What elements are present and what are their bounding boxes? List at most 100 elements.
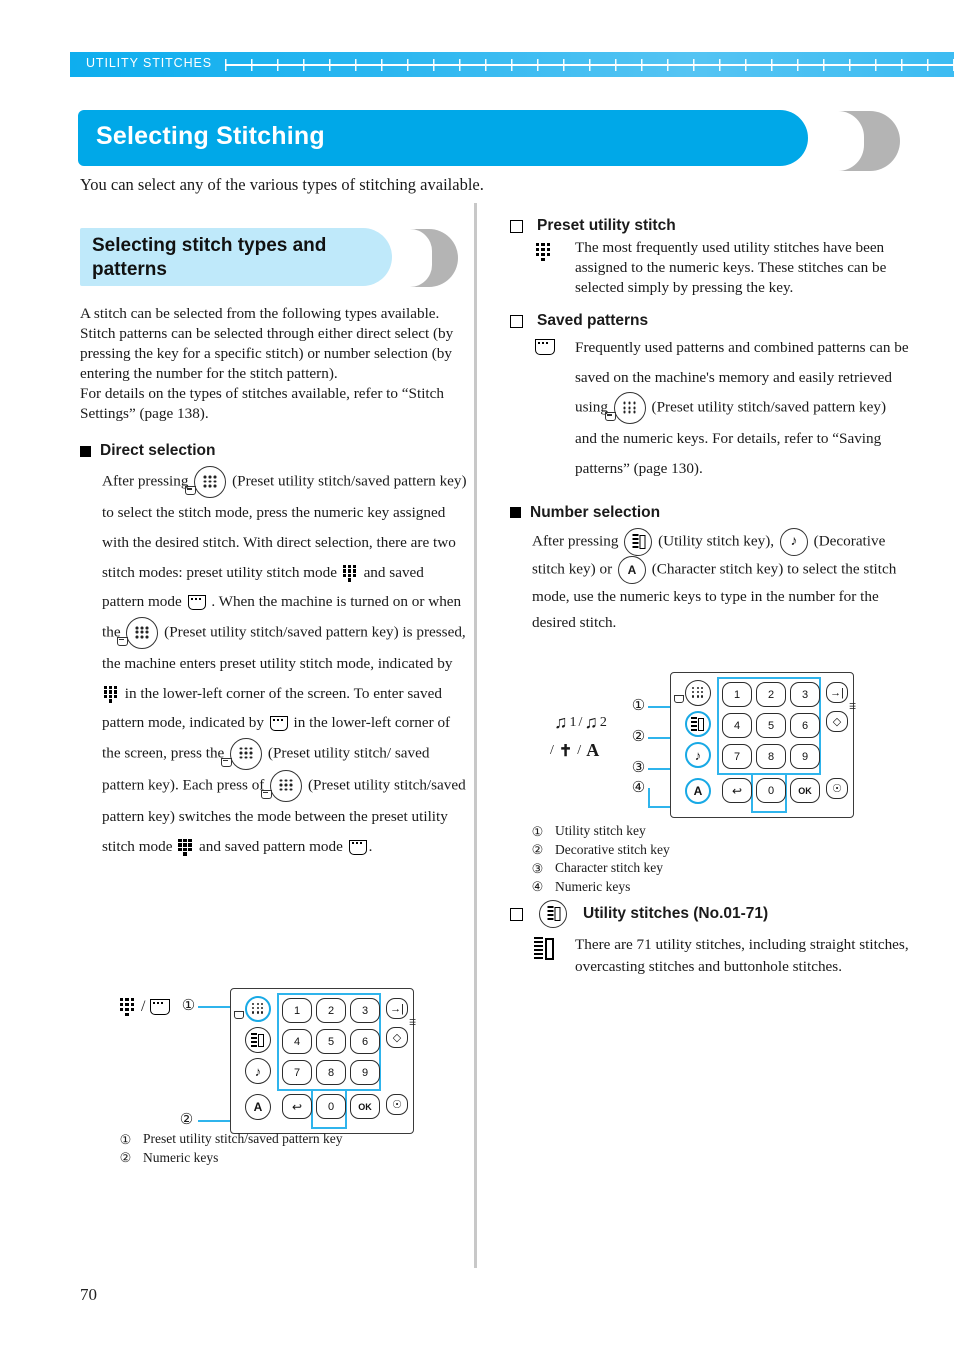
back-key-right[interactable]: ↩ bbox=[722, 778, 752, 803]
glyph-sep-3: / bbox=[577, 742, 582, 758]
legend-mark: ② bbox=[531, 842, 544, 858]
character-stitch-icon-inline: A bbox=[627, 562, 637, 577]
numeric-key-0[interactable]: 0 bbox=[316, 1094, 346, 1119]
numeric-key-1[interactable]: 1 bbox=[282, 998, 312, 1023]
utility-stitch-icon-heading bbox=[547, 906, 563, 922]
utility-stitch-key-left[interactable] bbox=[245, 1027, 271, 1053]
legend-row: ③ Character stitch key bbox=[530, 859, 850, 878]
character-stitch-key-left[interactable]: A bbox=[245, 1094, 271, 1120]
keypad-dots-icon bbox=[203, 474, 218, 491]
numeric-key-4-right[interactable]: 4 bbox=[722, 713, 752, 738]
preset-utility-saved-pattern-key-left[interactable] bbox=[245, 996, 271, 1022]
reverse-stitch-key-left[interactable]: ◇ bbox=[386, 1027, 408, 1048]
legend-row: ② Numeric keys bbox=[118, 1149, 438, 1168]
legend-text: Preset utility stitch/saved pattern key bbox=[143, 1131, 343, 1146]
numeric-key-3-right[interactable]: 3 bbox=[790, 682, 820, 707]
numeric-key-6-right[interactable]: 6 bbox=[790, 713, 820, 738]
numeric-key-5[interactable]: 5 bbox=[316, 1029, 346, 1054]
numeric-key-8-right[interactable]: 8 bbox=[756, 744, 786, 769]
numeric-key-2-right[interactable]: 2 bbox=[756, 682, 786, 707]
legend-mark: ① bbox=[119, 1131, 132, 1147]
numeric-key-7[interactable]: 7 bbox=[282, 1060, 312, 1085]
keypad-dots-icon-right bbox=[622, 400, 637, 417]
needle-position-key-left[interactable]: →| bbox=[386, 998, 408, 1019]
key-tab-icon-right bbox=[604, 412, 616, 422]
pocket-dashes-3 bbox=[351, 842, 363, 845]
glyph-separator: / bbox=[141, 998, 146, 1015]
numeric-key-3[interactable]: 3 bbox=[350, 998, 380, 1023]
stitch-bar-body bbox=[545, 938, 554, 960]
decorative-stitch-glyph-2: ♫ bbox=[584, 712, 598, 732]
keypad-dots-icon-2 bbox=[135, 624, 150, 641]
decorative-stitch-key-left[interactable]: ♪ bbox=[245, 1058, 271, 1084]
page-title: Selecting Stitching bbox=[96, 122, 325, 150]
character-stitch-key-right[interactable]: A bbox=[685, 778, 711, 804]
ok-key-left[interactable]: OK bbox=[350, 1094, 380, 1119]
numeric-key-2[interactable]: 2 bbox=[316, 998, 346, 1023]
ok-key-right[interactable]: OK bbox=[790, 778, 820, 803]
column-divider bbox=[474, 203, 477, 1268]
utility-stitch-key-right[interactable] bbox=[685, 711, 711, 737]
preset-utility-saved-pattern-key-right[interactable] bbox=[685, 680, 711, 706]
numeric-key-4[interactable]: 4 bbox=[282, 1029, 312, 1054]
preset-utility-stitch-mode-icon bbox=[342, 564, 358, 582]
callout-2-right: ② bbox=[630, 729, 647, 746]
callout-3-right: ③ bbox=[630, 760, 647, 777]
direct-selection-body: After pressing (Preset utility stitch/sa… bbox=[80, 466, 468, 861]
saved-pattern-mode-icon-2 bbox=[269, 716, 288, 732]
section-intro-paragraph: A stitch can be selected from the follow… bbox=[80, 305, 454, 423]
heading-saved-patterns-label: Saved patterns bbox=[537, 312, 649, 330]
preset-utility-saved-pattern-key-icon-4 bbox=[261, 769, 303, 802]
ds-text-11: . bbox=[368, 837, 373, 855]
preset-utility-stitch-mode-icon-2 bbox=[104, 685, 119, 703]
section-crescent-decoration bbox=[388, 229, 458, 287]
reverse-stitch-key-right[interactable]: ◇ bbox=[826, 711, 848, 732]
legend-text: Character stitch key bbox=[555, 860, 663, 876]
legend-mark: ④ bbox=[531, 879, 544, 895]
zigzag-lines-inline bbox=[632, 533, 639, 550]
zigzag-lines-heading bbox=[547, 906, 554, 922]
saved-pattern-mode-icon-fig bbox=[150, 999, 171, 1015]
saved-patterns-icon-right bbox=[535, 339, 555, 356]
preset-utility-stitch-mode-icon-3 bbox=[178, 838, 193, 856]
numeric-key-7-right[interactable]: 7 bbox=[722, 744, 752, 769]
right-column: Preset utility stitch The most frequentl… bbox=[510, 203, 910, 635]
presser-foot-key-left[interactable]: ☉ bbox=[386, 1094, 408, 1115]
numeric-key-9-right[interactable]: 9 bbox=[790, 744, 820, 769]
utility-stitch-icon-body bbox=[534, 937, 556, 961]
keypad-dots-icon-3 bbox=[239, 745, 254, 762]
numeric-key-5-right[interactable]: 5 bbox=[756, 713, 786, 738]
panel-tab-indicator-left bbox=[234, 1011, 244, 1019]
glyph-sep-2: / bbox=[550, 742, 554, 758]
figure-stitch-glyph-row-2: / ✝ / A bbox=[550, 740, 599, 761]
utility-stitch-icon-right bbox=[690, 716, 706, 732]
heading-direct-selection: Direct selection bbox=[80, 442, 468, 460]
left-column: Selecting stitch types and patterns A st… bbox=[80, 228, 468, 861]
zigzag-lines-body bbox=[534, 937, 543, 961]
utility-stitches-block: Utility stitches (No.01-71) There are 71… bbox=[510, 900, 910, 977]
numeric-key-8[interactable]: 8 bbox=[316, 1060, 346, 1085]
numeric-key-1-right[interactable]: 1 bbox=[722, 682, 752, 707]
numeric-key-6[interactable]: 6 bbox=[350, 1029, 380, 1054]
glyph-label-1: 1 bbox=[569, 714, 577, 730]
keypad-dots-icon-panel-right bbox=[692, 686, 705, 700]
needle-position-key-right[interactable]: →| bbox=[826, 682, 848, 703]
preset-utility-saved-pattern-key-icon bbox=[185, 466, 227, 499]
open-square-bullet-icon bbox=[510, 219, 523, 233]
key-tab-icon bbox=[185, 486, 197, 496]
numeric-key-9[interactable]: 9 bbox=[350, 1060, 380, 1085]
stitch-bar bbox=[257, 1033, 264, 1047]
running-head: UTILITY STITCHES bbox=[70, 52, 954, 77]
key-tab-icon-4 bbox=[261, 789, 273, 799]
number-selection-paragraph: After pressing (Utility stitch key), ♪ (… bbox=[532, 527, 910, 636]
decorative-stitch-key-right[interactable]: ♪ bbox=[685, 742, 711, 768]
panel-side-label-left: ☰ bbox=[409, 1018, 417, 1027]
key-tab-icon-2 bbox=[117, 636, 129, 646]
character-stitch-key-icon: A bbox=[617, 555, 646, 584]
presser-foot-key-right[interactable]: ☉ bbox=[826, 778, 848, 799]
figure-legend-right: ① Utility stitch key ② Decorative stitch… bbox=[530, 822, 850, 897]
numeric-key-0-right[interactable]: 0 bbox=[756, 778, 786, 803]
preset-utility-saved-pattern-key-icon-3 bbox=[221, 737, 263, 770]
heading-utility-stitches-label: Utility stitches (No.01-71) bbox=[583, 905, 769, 922]
back-key-left[interactable]: ↩ bbox=[282, 1094, 312, 1119]
